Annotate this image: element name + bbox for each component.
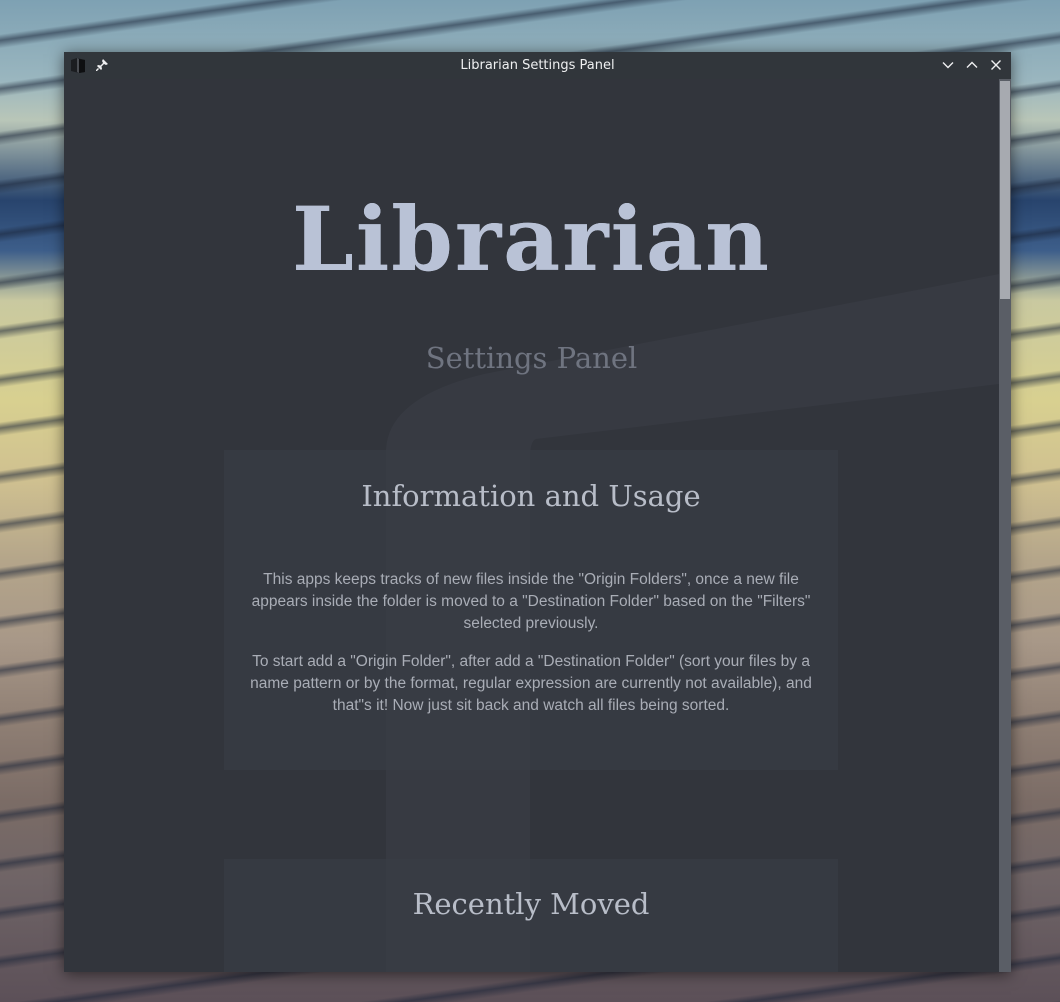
- info-paragraph-1: This apps keeps tracks of new files insi…: [251, 571, 811, 632]
- recent-card: Recently Moved: [224, 859, 838, 972]
- chevron-down-icon[interactable]: [939, 56, 957, 74]
- page-subtitle: Settings Panel: [425, 341, 638, 375]
- title-bar[interactable]: Librarian Settings Panel: [64, 52, 1011, 79]
- scrollbar-thumb[interactable]: [1000, 81, 1010, 299]
- app-window: Librarian Settings Panel Librarian Setti…: [64, 52, 1011, 972]
- info-heading: Information and Usage: [361, 479, 701, 513]
- book-icon[interactable]: [69, 56, 87, 78]
- app-logo: Librarian: [291, 187, 771, 291]
- info-card: Information and Usage This apps keeps tr…: [224, 450, 838, 770]
- vertical-scrollbar[interactable]: [999, 79, 1011, 972]
- settings-content: Librarian Settings Panel Information and…: [64, 79, 999, 972]
- info-paragraph-2: To start add a "Origin Folder", after ad…: [250, 653, 812, 714]
- close-icon[interactable]: [987, 56, 1005, 74]
- window-title: Librarian Settings Panel: [460, 58, 615, 73]
- chevron-up-icon[interactable]: [963, 56, 981, 74]
- pin-icon[interactable]: [95, 59, 108, 75]
- recent-heading: Recently Moved: [412, 887, 650, 921]
